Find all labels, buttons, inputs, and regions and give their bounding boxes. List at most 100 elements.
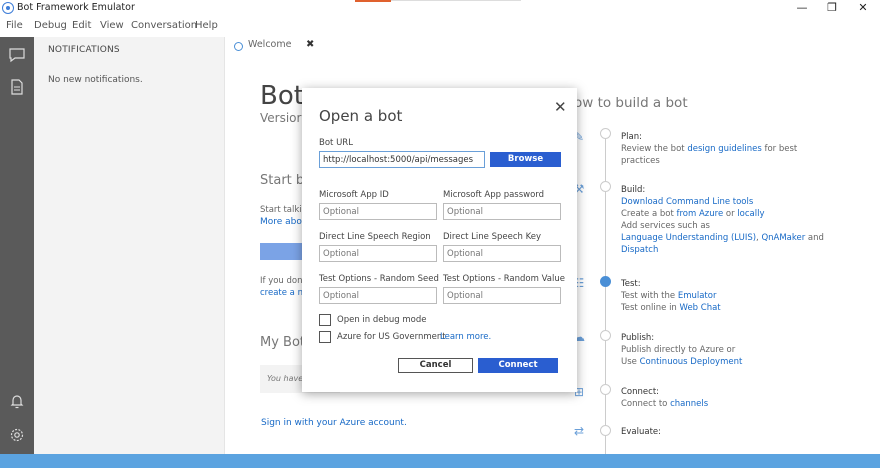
emulator-link[interactable]: Emulator — [678, 291, 717, 301]
step-publish: Publish: Publish directly to Azure or Us… — [621, 332, 742, 368]
debug-mode-checkbox[interactable] — [319, 314, 331, 326]
title-accent-bar — [355, 0, 391, 2]
random-value-input[interactable] — [443, 287, 561, 304]
connect-button[interactable]: Connect — [478, 358, 558, 373]
step-marker-test — [600, 276, 611, 287]
app-password-label: Microsoft App password — [443, 190, 545, 200]
step-plan-title: Plan: — [621, 132, 642, 142]
download-cli-tools-link[interactable]: Download Command Line tools — [621, 197, 753, 207]
create-new-link[interactable]: create a ne — [260, 288, 308, 298]
locally-link[interactable]: locally — [737, 209, 764, 219]
my-bots-empty-text: You have — [267, 374, 304, 383]
app-id-label: Microsoft App ID — [319, 190, 389, 200]
speech-key-label: Direct Line Speech Key — [443, 232, 541, 242]
cancel-button[interactable]: Cancel — [398, 358, 473, 373]
menu-file[interactable]: File — [6, 20, 23, 31]
tab-bar: Welcome ✖ — [226, 37, 880, 59]
globe-icon — [234, 42, 243, 51]
azure-gov-label: Azure for US Government — [337, 332, 446, 342]
dispatch-link[interactable]: Dispatch — [621, 245, 658, 255]
minimize-button[interactable]: — — [788, 0, 816, 17]
step-marker-evaluate — [600, 425, 611, 436]
bot-emulator-logo-icon — [2, 2, 14, 14]
document-icon[interactable] — [8, 78, 26, 96]
azure-gov-checkbox[interactable] — [319, 331, 331, 343]
app-password-input[interactable] — [443, 203, 561, 220]
speech-key-input[interactable] — [443, 245, 561, 262]
channels-link[interactable]: channels — [670, 399, 708, 409]
from-azure-link[interactable]: from Azure — [677, 209, 724, 219]
more-about-link[interactable]: More abou — [260, 217, 308, 227]
step-evaluate-title: Evaluate: — [621, 427, 661, 437]
text: Test online in — [621, 303, 680, 313]
text: Add services such as — [621, 221, 710, 231]
app-id-input[interactable] — [319, 203, 437, 220]
text: Use — [621, 357, 640, 367]
web-chat-link[interactable]: Web Chat — [680, 303, 721, 313]
tab-welcome[interactable]: Welcome ✖ — [230, 39, 314, 58]
browse-button[interactable]: Browse — [490, 152, 561, 167]
window-title: Bot Framework Emulator — [17, 2, 135, 13]
text: Connect to — [621, 399, 671, 409]
step-marker-connect — [600, 384, 611, 395]
title-divider — [391, 0, 521, 1]
if-you-text: If you don' — [260, 276, 305, 286]
status-bar — [0, 454, 880, 468]
text: Create a bot — [621, 209, 677, 219]
tab-label: Welcome — [248, 39, 292, 50]
step-connect: Connect: Connect to channels — [621, 386, 708, 410]
luis-link[interactable]: Language Understanding (LUIS) — [621, 233, 756, 243]
menu-help[interactable]: Help — [195, 20, 218, 31]
step-connect-title: Connect: — [621, 387, 660, 397]
step-marker-build — [600, 181, 611, 192]
settings-gear-icon[interactable] — [8, 426, 26, 444]
notifications-heading: NOTIFICATIONS — [48, 45, 120, 55]
notifications-empty-text: No new notifications. — [48, 75, 143, 85]
step-build-title: Build: — [621, 185, 646, 195]
arrows-icon: ⇄ — [573, 424, 585, 438]
open-bot-dialog: Open a bot ✕ Bot URL Browse Microsoft Ap… — [302, 88, 577, 392]
start-text: Start talkin — [260, 205, 308, 215]
step-publish-title: Publish: — [621, 333, 655, 343]
menu-view[interactable]: View — [100, 20, 124, 31]
bell-icon[interactable] — [8, 392, 26, 410]
menu-debug[interactable]: Debug — [34, 20, 67, 31]
notifications-panel: NOTIFICATIONS No new notifications. — [34, 37, 225, 454]
step-build: Build: Download Command Line tools Creat… — [621, 184, 824, 256]
tab-close-icon[interactable]: ✖ — [306, 39, 314, 50]
dialog-close-icon[interactable]: ✕ — [554, 98, 567, 116]
welcome-title: Bot — [260, 81, 304, 111]
menu-bar: File Debug Edit View Conversation Help — [0, 17, 880, 37]
bot-url-label: Bot URL — [319, 138, 353, 148]
close-window-button[interactable]: ✕ — [849, 0, 877, 17]
random-value-label: Test Options - Random Value — [443, 274, 565, 284]
text: or — [723, 209, 738, 219]
dialog-title: Open a bot — [319, 107, 403, 125]
speech-region-input[interactable] — [319, 245, 437, 262]
version-text: Versior — [260, 111, 302, 125]
chat-icon[interactable] — [8, 46, 26, 64]
how-to-title: ow to build a bot — [574, 95, 688, 111]
step-marker-publish — [600, 330, 611, 341]
activity-sidebar — [0, 37, 34, 454]
random-seed-input[interactable] — [319, 287, 437, 304]
continuous-deployment-link[interactable]: Continuous Deployment — [640, 357, 743, 367]
text: practices — [621, 156, 660, 166]
text: for best — [761, 144, 798, 154]
design-guidelines-link[interactable]: design guidelines — [687, 144, 761, 154]
learn-more-link[interactable]: Learn more. — [440, 332, 491, 342]
text: Test with the — [621, 291, 678, 301]
step-marker-plan — [600, 128, 611, 139]
maximize-button[interactable]: ❐ — [818, 0, 846, 17]
step-test: Test: Test with the Emulator Test online… — [621, 278, 721, 314]
title-bar: Bot Framework Emulator — ❐ ✕ — [0, 0, 880, 17]
step-evaluate: Evaluate: — [621, 426, 661, 438]
text: Review the bot — [621, 144, 688, 154]
menu-conversation[interactable]: Conversation — [131, 20, 197, 31]
menu-edit[interactable]: Edit — [72, 20, 91, 31]
timeline-line — [605, 131, 606, 454]
bot-url-input[interactable] — [319, 151, 485, 168]
sign-in-link[interactable]: Sign in with your Azure account. — [261, 418, 407, 428]
qnamaker-link[interactable]: QnAMaker — [761, 233, 805, 243]
speech-region-label: Direct Line Speech Region — [319, 232, 431, 242]
